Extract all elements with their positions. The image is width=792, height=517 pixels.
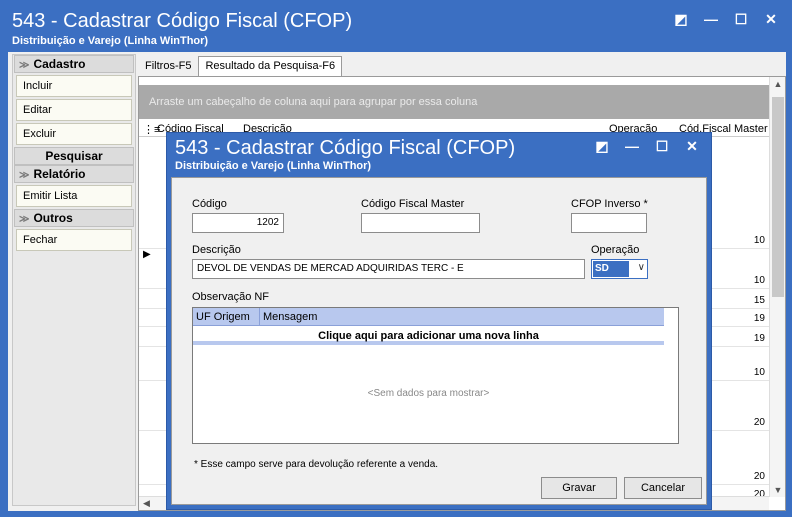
sidebar: ≫ Cadastro Incluir Editar Excluir Pesquis… bbox=[12, 54, 136, 506]
cancelar-button[interactable]: Cancelar bbox=[624, 477, 702, 499]
tab-filtros[interactable]: Filtros-F5 bbox=[138, 56, 198, 76]
scroll-down-icon[interactable]: ▼ bbox=[770, 485, 786, 495]
empty-grid-text: <Sem dados para mostrar> bbox=[367, 388, 490, 399]
main-title-bar: 543 - Cadastrar Código Fiscal (CFOP) Dis… bbox=[2, 2, 790, 50]
minimize-icon[interactable]: — bbox=[702, 10, 720, 28]
cadastro-dialog: 543 - Cadastrar Código Fiscal (CFOP) Dis… bbox=[166, 132, 712, 510]
col-uf-origem[interactable]: UF Origem bbox=[196, 311, 250, 323]
descricao-label: Descrição bbox=[192, 244, 241, 256]
collapse-icon: ≫ bbox=[19, 170, 30, 181]
scroll-thumb[interactable] bbox=[772, 97, 784, 297]
operacao-select[interactable]: SD ∨ bbox=[591, 259, 648, 279]
tab-bar: Filtros-F5 Resultado da Pesquisa-F6 bbox=[138, 56, 343, 76]
observacao-grid: UF Origem Mensagem Clique aqui para adic… bbox=[192, 307, 679, 444]
dialog-title-bar: 543 - Cadastrar Código Fiscal (CFOP) Dis… bbox=[167, 133, 711, 177]
sidebar-group-pesquisar[interactable]: Pesquisar bbox=[14, 147, 134, 165]
codigo-master-input[interactable] bbox=[361, 213, 480, 233]
scroll-left-icon[interactable]: ◀ bbox=[143, 498, 150, 509]
operacao-selected-value: SD bbox=[593, 261, 629, 277]
dialog-title: 543 - Cadastrar Código Fiscal (CFOP) bbox=[175, 137, 516, 159]
scroll-up-icon[interactable]: ▲ bbox=[770, 79, 786, 89]
sidebar-group-cadastro[interactable]: ≫ Cadastro bbox=[14, 55, 134, 73]
collapse-icon: ≫ bbox=[19, 214, 30, 225]
sidebar-item-fechar[interactable]: Fechar bbox=[16, 229, 132, 251]
restore-layout-icon[interactable]: ◩ bbox=[672, 10, 690, 28]
col-mensagem[interactable]: Mensagem bbox=[263, 311, 317, 323]
codigo-label: Código bbox=[192, 198, 227, 210]
sidebar-item-incluir[interactable]: Incluir bbox=[16, 75, 132, 97]
dialog-body: Código 1202 Código Fiscal Master CFOP In… bbox=[171, 177, 707, 505]
group-by-bar[interactable]: Arraste um cabeçalho de coluna aqui para… bbox=[139, 85, 769, 119]
sidebar-item-emitir-lista[interactable]: Emitir Lista bbox=[16, 185, 132, 207]
gravar-button[interactable]: Gravar bbox=[541, 477, 617, 499]
main-title: 543 - Cadastrar Código Fiscal (CFOP) bbox=[12, 10, 353, 32]
inverso-note: * Esse campo serve para devolução refere… bbox=[194, 459, 439, 470]
obs-grid-header: UF Origem Mensagem bbox=[193, 308, 664, 326]
add-new-row[interactable]: Clique aqui para adicionar uma nova linh… bbox=[193, 327, 664, 345]
cfop-inverso-input[interactable] bbox=[571, 213, 647, 233]
tab-resultado[interactable]: Resultado da Pesquisa-F6 bbox=[198, 56, 343, 76]
descricao-input[interactable]: DEVOL DE VENDAS DE MERCAD ADQUIRIDAS TER… bbox=[192, 259, 585, 279]
minimize-icon[interactable]: — bbox=[623, 137, 641, 155]
maximize-icon[interactable]: ☐ bbox=[732, 10, 750, 28]
restore-layout-icon[interactable]: ◩ bbox=[593, 137, 611, 155]
current-row-indicator-icon: ▶ bbox=[143, 249, 151, 260]
close-icon[interactable]: ✕ bbox=[683, 137, 701, 155]
sidebar-group-outros[interactable]: ≫ Outros bbox=[14, 209, 134, 227]
obs-label: Observação NF bbox=[192, 291, 270, 303]
sidebar-group-relatorio[interactable]: ≫ Relatório bbox=[14, 165, 134, 183]
main-subtitle: Distribuição e Varejo (Linha WinThor) bbox=[12, 35, 209, 47]
sidebar-item-excluir[interactable]: Excluir bbox=[16, 123, 132, 145]
chevron-down-icon[interactable]: ∨ bbox=[638, 262, 645, 273]
sidebar-item-editar[interactable]: Editar bbox=[16, 99, 132, 121]
operacao-label: Operação bbox=[591, 244, 640, 256]
dialog-subtitle: Distribuição e Varejo (Linha WinThor) bbox=[175, 160, 372, 172]
master-label: Código Fiscal Master bbox=[361, 198, 465, 210]
codigo-input[interactable]: 1202 bbox=[192, 213, 284, 233]
vertical-scrollbar[interactable]: ▲ ▼ bbox=[769, 77, 785, 497]
collapse-icon: ≫ bbox=[19, 60, 30, 71]
inverso-label: CFOP Inverso * bbox=[571, 198, 648, 210]
maximize-icon[interactable]: ☐ bbox=[653, 137, 671, 155]
close-icon[interactable]: ✕ bbox=[762, 10, 780, 28]
